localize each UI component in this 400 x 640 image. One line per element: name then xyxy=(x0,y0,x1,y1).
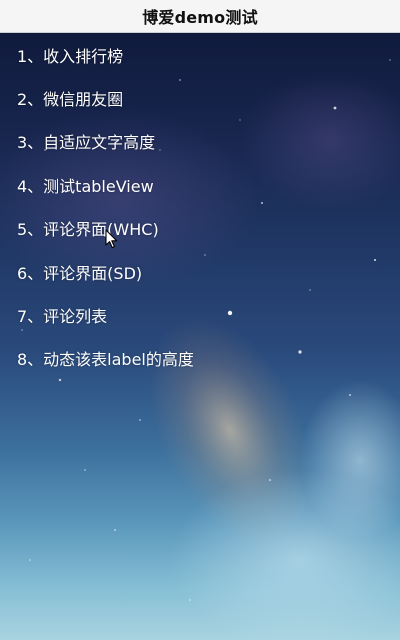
menu-item-comment-sd[interactable]: 6、评论界面(SD) xyxy=(0,250,400,293)
menu-item-label: 8、动态该表label的高度 xyxy=(17,350,194,370)
menu-item-label: 2、微信朋友圈 xyxy=(17,90,124,110)
menu-item-dynamic-label-height[interactable]: 8、动态该表label的高度 xyxy=(0,337,400,380)
menu-item-label: 1、收入排行榜 xyxy=(17,46,124,66)
menu-item-label: 3、自适应文字高度 xyxy=(17,133,156,153)
app-screen: 博爱demo测试 1、收入排行榜 2、微信朋友圈 3、自适应文字高度 4、测试t… xyxy=(0,0,400,640)
menu-item-test-tableview[interactable]: 4、测试tableView xyxy=(0,163,400,206)
menu-item-label: 6、评论界面(SD) xyxy=(17,263,143,283)
page-title: 博爱demo测试 xyxy=(142,8,258,27)
menu-item-label: 5、评论界面(WHC) xyxy=(17,220,159,240)
menu-item-adaptive-text-height[interactable]: 3、自适应文字高度 xyxy=(0,120,400,163)
navigation-bar: 博爱demo测试 xyxy=(0,0,400,33)
menu-item-comment-list[interactable]: 7、评论列表 xyxy=(0,293,400,336)
demo-menu-list: 1、收入排行榜 2、微信朋友圈 3、自适应文字高度 4、测试tableView … xyxy=(0,33,400,380)
menu-item-income-ranking[interactable]: 1、收入排行榜 xyxy=(0,33,400,76)
arrow-cursor-icon xyxy=(105,229,118,249)
menu-item-label: 4、测试tableView xyxy=(17,176,154,196)
menu-item-label: 7、评论列表 xyxy=(17,307,108,327)
menu-item-wechat-moments[interactable]: 2、微信朋友圈 xyxy=(0,76,400,119)
menu-item-comment-whc[interactable]: 5、评论界面(WHC) xyxy=(0,207,400,250)
